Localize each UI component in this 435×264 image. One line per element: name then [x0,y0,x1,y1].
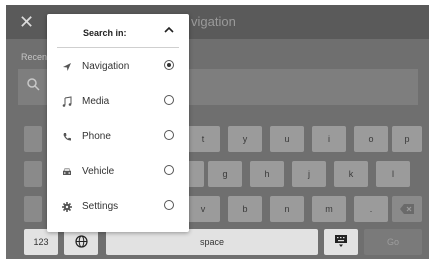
hide-keyboard-key[interactable] [324,229,358,255]
option-label: Phone [82,131,111,142]
search-in-dropdown: Search in: Navigation Media Phone Vehicl… [47,14,189,232]
globe-icon [74,235,88,248]
key-g[interactable]: g [208,161,242,187]
key-o[interactable]: o [354,126,388,152]
option-label: Media [82,96,110,107]
key-q[interactable] [24,126,42,152]
radio-unselected[interactable] [164,130,174,140]
key-i[interactable]: i [312,126,346,152]
key-u[interactable]: u [270,126,304,152]
phone-icon [63,133,71,141]
key-m[interactable]: m [312,196,346,222]
option-vehicle[interactable]: Vehicle [47,155,189,189]
key-l[interactable]: l [376,161,410,187]
numbers-key[interactable]: 123 [24,229,58,255]
option-phone[interactable]: Phone [47,120,189,154]
screen-title: vigation [191,14,236,29]
radio-unselected[interactable] [164,95,174,105]
language-key[interactable] [64,229,98,255]
key-j[interactable]: j [292,161,326,187]
search-icon [27,78,40,91]
key-k[interactable]: k [334,161,368,187]
dropdown-divider [57,47,179,48]
keyboard-bottom-row: 123 space Go [6,229,429,255]
key-v[interactable]: v [186,196,220,222]
key-t[interactable]: t [186,126,220,152]
radio-unselected[interactable] [164,200,174,210]
key-p[interactable]: p [392,126,422,152]
key-period[interactable]: . [354,196,388,222]
key-b[interactable]: b [228,196,262,222]
radio-unselected[interactable] [164,165,174,175]
dropdown-header[interactable]: Search in: [47,14,189,50]
space-key[interactable]: space [106,229,318,255]
radio-selected[interactable] [164,60,174,70]
backspace-icon [400,204,414,214]
close-button[interactable]: ✕ [19,12,34,32]
option-settings[interactable]: Settings [47,190,189,224]
recent-label: Recen [21,52,48,62]
option-label: Settings [82,201,119,212]
key-y[interactable]: y [228,126,262,152]
go-key[interactable]: Go [364,229,422,255]
gear-icon [62,202,72,212]
navigation-arrow-icon [63,63,71,71]
key-n[interactable]: n [270,196,304,222]
search-screen: ✕ vigation Recen t y u i o p g h j k l v… [6,5,429,259]
backspace-key[interactable] [392,196,422,222]
keyboard-icon [335,235,347,247]
music-note-icon [62,96,72,107]
key-h[interactable]: h [250,161,284,187]
car-icon [63,168,71,175]
option-label: Navigation [82,61,130,72]
key-a[interactable] [24,161,42,187]
option-media[interactable]: Media [47,85,189,119]
shift-key[interactable] [24,196,42,222]
option-navigation[interactable]: Navigation [47,50,189,84]
chevron-up-icon[interactable] [163,24,175,36]
dropdown-title: Search in: [83,28,127,38]
option-label: Vehicle [82,166,115,177]
